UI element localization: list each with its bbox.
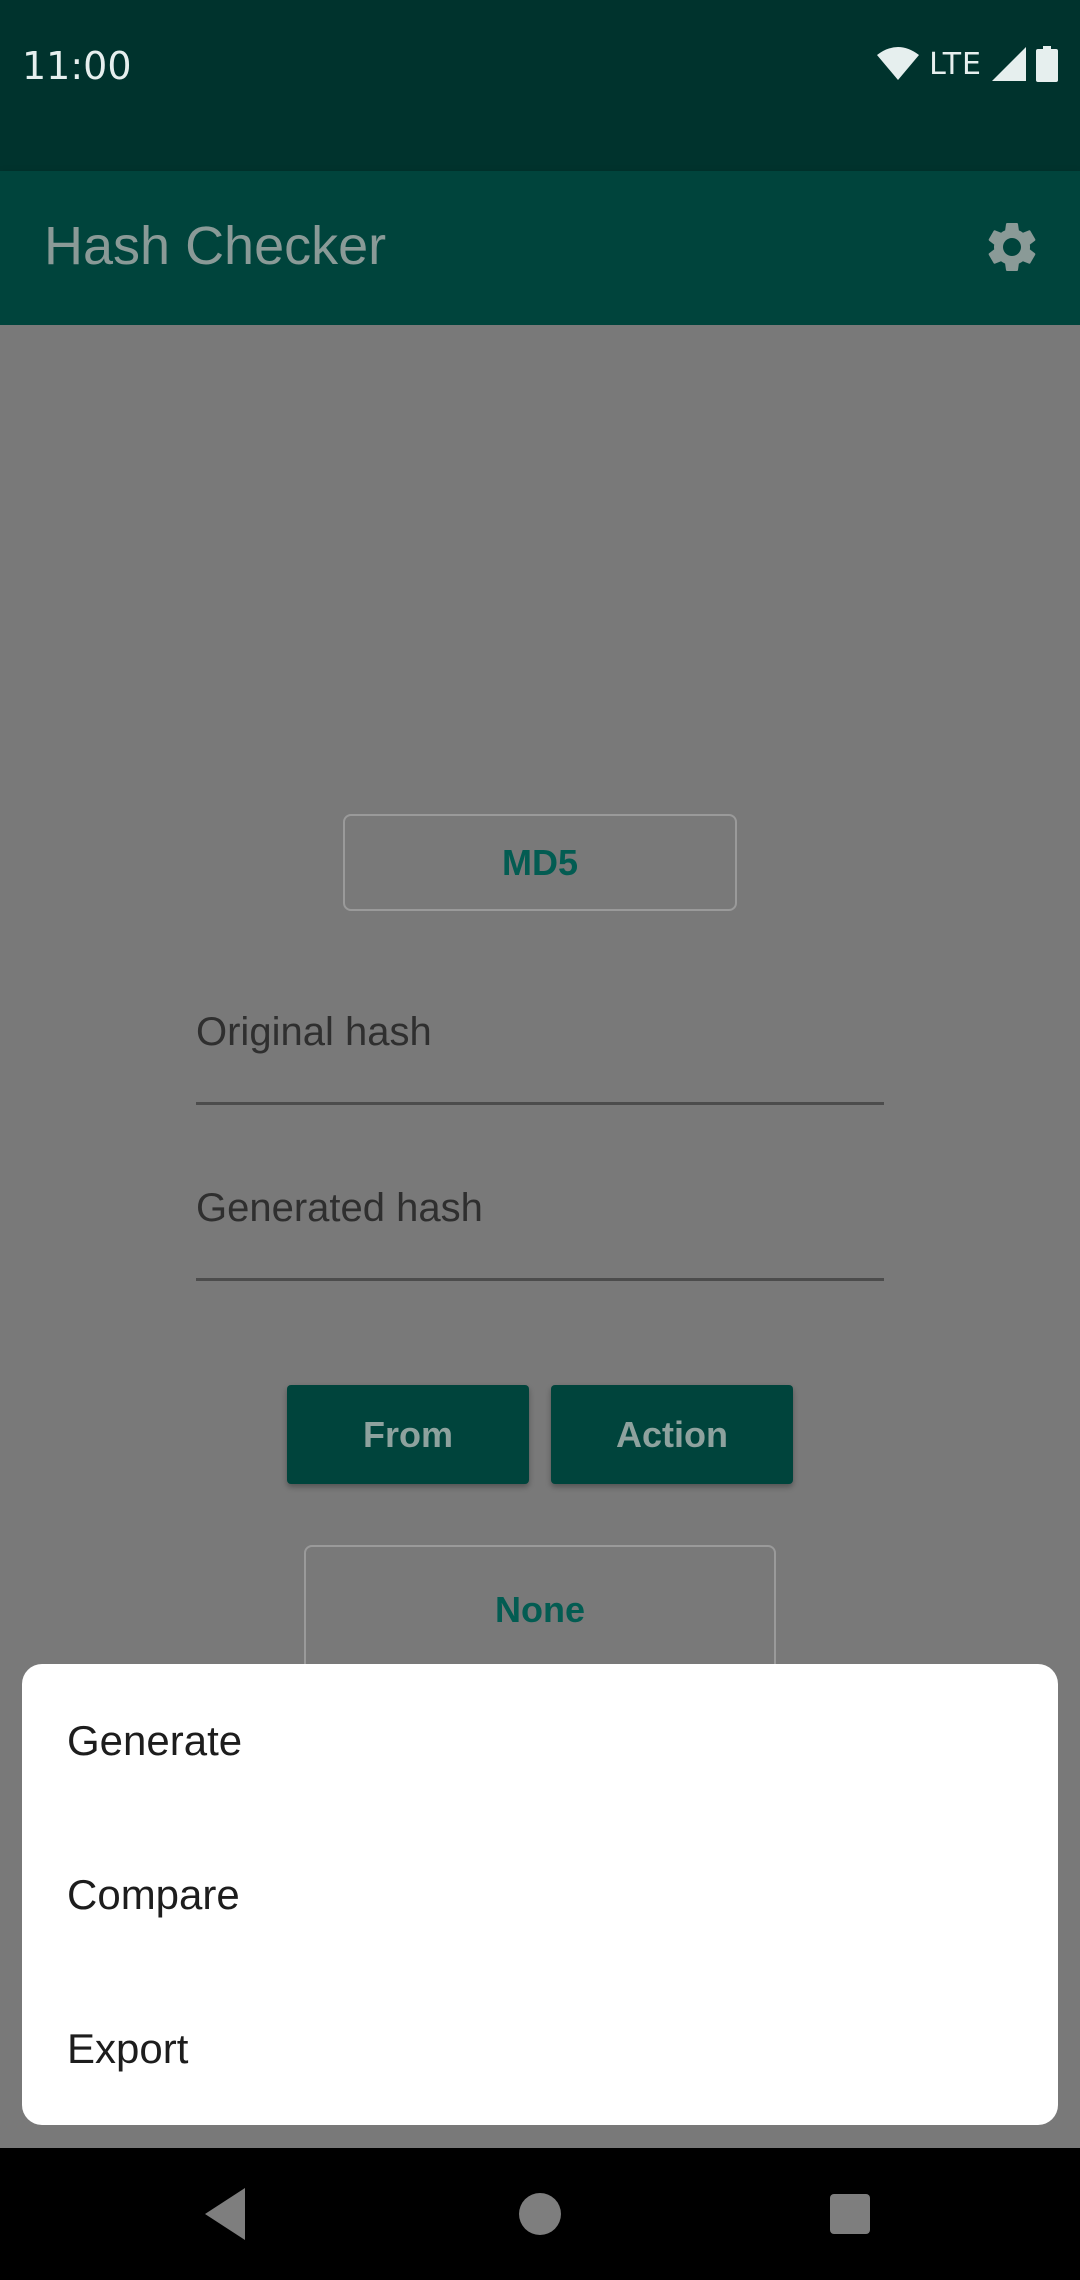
battery-icon — [1036, 46, 1058, 82]
network-type: LTE — [929, 46, 982, 82]
menu-item-export[interactable]: Export — [22, 1972, 1058, 2126]
hash-type-button[interactable]: MD5 — [343, 814, 737, 911]
compare-result-button[interactable]: None — [304, 1545, 776, 1675]
generated-hash-field[interactable]: Generated hash — [196, 1186, 884, 1281]
back-icon[interactable] — [205, 2188, 245, 2240]
status-icons: LTE — [877, 46, 1058, 82]
menu-item-compare[interactable]: Compare — [22, 1818, 1058, 1972]
status-time: 11:00 — [22, 44, 132, 88]
original-hash-hint: Original hash — [196, 1010, 432, 1054]
menu-item-generate[interactable]: Generate — [22, 1664, 1058, 1818]
from-button[interactable]: From — [287, 1385, 529, 1484]
wifi-icon — [877, 47, 920, 80]
app-title: Hash Checker — [44, 216, 387, 276]
original-hash-underline — [196, 1102, 884, 1105]
recents-icon[interactable] — [830, 2194, 870, 2234]
action-bottom-sheet: Generate Compare Export — [22, 1664, 1058, 2125]
generated-hash-hint: Generated hash — [196, 1186, 483, 1230]
home-icon[interactable] — [519, 2193, 561, 2235]
status-bar: 11:00 LTE — [0, 0, 1080, 171]
cell-signal-icon — [992, 47, 1026, 81]
original-hash-field[interactable]: Original hash — [196, 1010, 884, 1105]
action-button[interactable]: Action — [551, 1385, 793, 1484]
navigation-bar — [0, 2148, 1080, 2280]
gear-icon[interactable] — [982, 217, 1042, 277]
generated-hash-underline — [196, 1278, 884, 1281]
app-bar: Hash Checker — [0, 171, 1080, 325]
